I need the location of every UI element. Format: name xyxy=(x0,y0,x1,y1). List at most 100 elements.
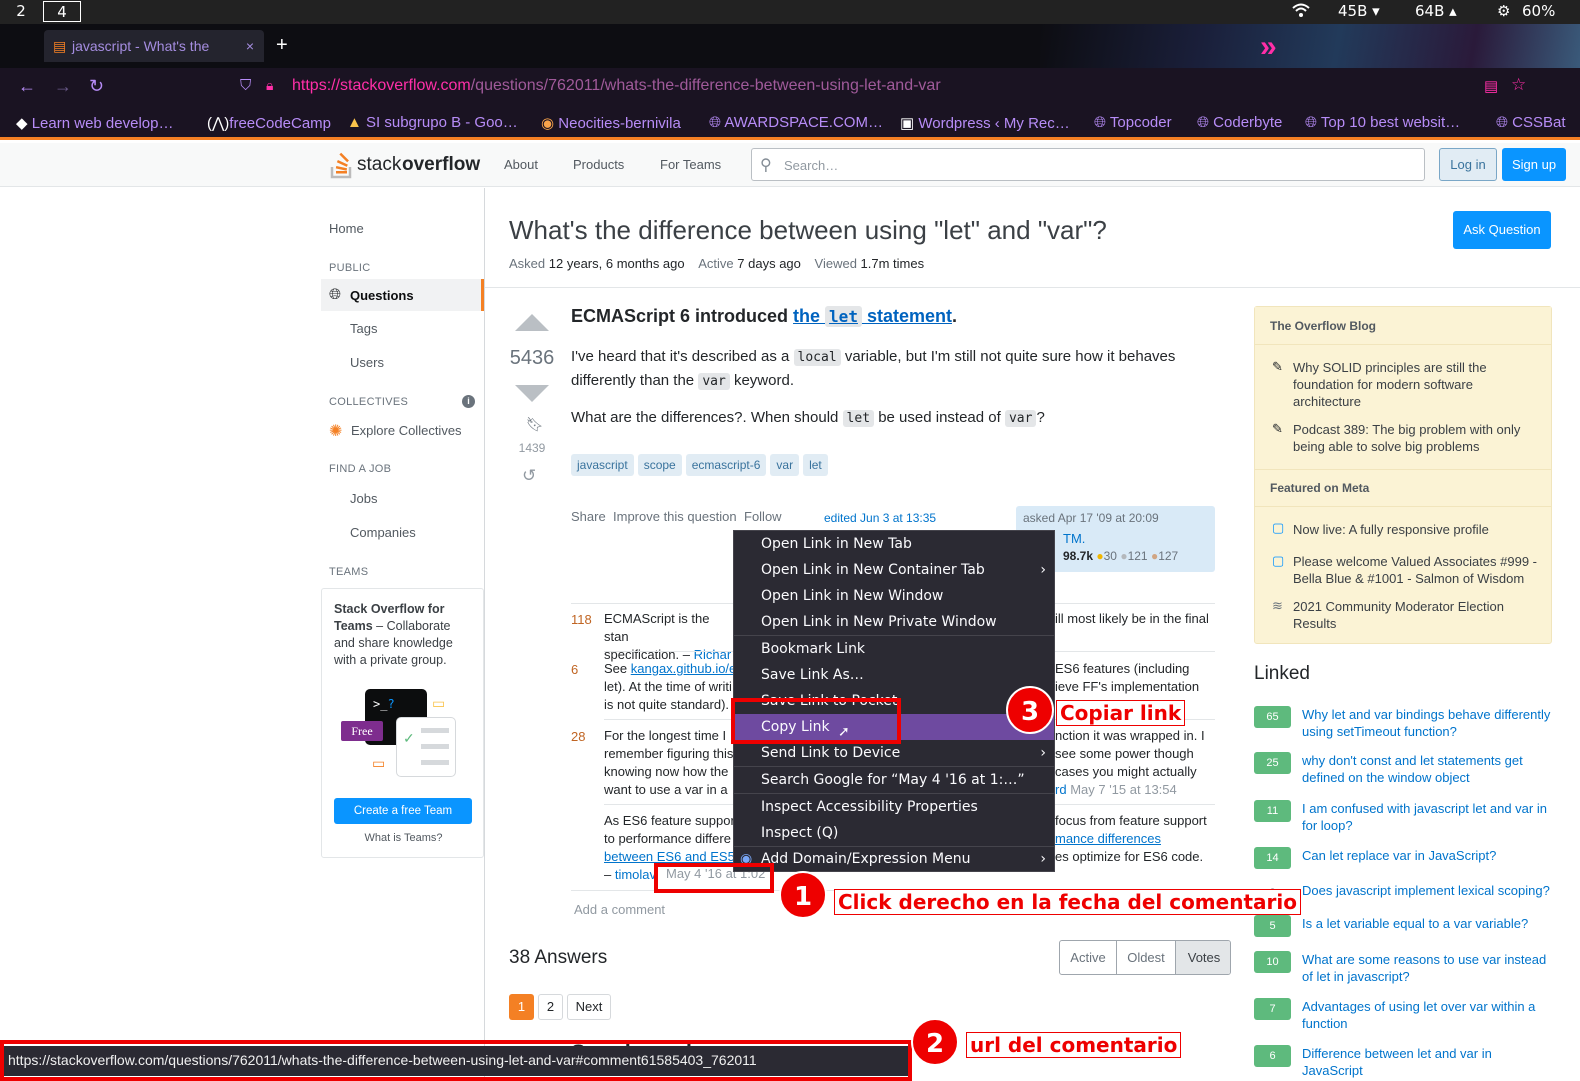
search-placeholder: Search… xyxy=(784,158,839,173)
bookmark-star-icon[interactable]: ☆ xyxy=(1511,75,1526,95)
bookmark-cssbattle[interactable]: 🌐︎ CSSBat xyxy=(1496,114,1566,131)
bookmark-coderbyte[interactable]: 🌐︎ Coderbyte xyxy=(1197,114,1282,131)
menu-inspect[interactable]: Inspect (Q) xyxy=(734,820,1054,846)
nav-home[interactable]: Home xyxy=(329,221,364,236)
nav-products[interactable]: Products xyxy=(573,157,624,172)
nav-jobs[interactable]: Jobs xyxy=(350,491,377,506)
meta-item[interactable]: Please welcome Valued Associates #999 - … xyxy=(1293,553,1538,587)
menu-inspect-accessibility[interactable]: Inspect Accessibility Properties xyxy=(734,794,1054,820)
comment-link[interactable]: between ES6 and ES5 xyxy=(604,849,735,864)
signup-button[interactable]: Sign up xyxy=(1502,148,1566,181)
ask-question-button[interactable]: Ask Question xyxy=(1453,211,1551,249)
follow-link[interactable]: Follow xyxy=(744,509,782,524)
tag-javascript[interactable]: javascript xyxy=(571,454,634,476)
step-3-circle: 3 xyxy=(1006,686,1054,734)
new-tab-button[interactable]: + xyxy=(276,34,288,57)
menu-open-container-tab[interactable]: Open Link in New Container Tab › xyxy=(734,557,1054,583)
bookmarks-bar: ◆ Learn web develop… (⋀)freeCodeCamp ▲ S… xyxy=(0,106,1580,140)
menu-search-google[interactable]: Search Google for “May 4 '16 at 1:…” xyxy=(734,767,1054,793)
page-1[interactable]: 1 xyxy=(509,994,534,1020)
teams-promo: Stack Overflow for Teams – Collaborate a… xyxy=(321,588,484,858)
tag-var[interactable]: var xyxy=(770,454,800,476)
menu-open-new-tab[interactable]: Open Link in New Tab xyxy=(734,531,1054,557)
blog-title: The Overflow Blog xyxy=(1270,319,1377,333)
bookmark-topcoder[interactable]: 🌐︎ Topcoder xyxy=(1094,114,1172,131)
comment-link[interactable]: kangax.github.io/e xyxy=(631,661,737,676)
sort-active[interactable]: Active xyxy=(1060,941,1117,974)
tag-let[interactable]: let xyxy=(803,454,828,476)
page-next[interactable]: Next xyxy=(567,994,611,1020)
asker-name[interactable]: TM. xyxy=(1063,531,1085,546)
highlight-status-url xyxy=(0,1040,912,1081)
question-meta: Asked 12 years, 6 months ago Active 7 da… xyxy=(509,256,925,271)
bookmark-awardspace[interactable]: 🌐︎ AWARDSPACE.COM… xyxy=(709,114,883,131)
nav-for-teams[interactable]: For Teams xyxy=(660,157,721,172)
active-tab[interactable]: ▤ javascript - What's the × xyxy=(44,30,264,62)
forward-icon[interactable]: → xyxy=(54,76,72,97)
bookmark-top10[interactable]: 🌐︎ Top 10 best websit… xyxy=(1305,114,1460,131)
meta-item[interactable]: Now live: A fully responsive profile xyxy=(1293,521,1538,538)
menu-add-domain[interactable]: ◉ Add Domain/Expression Menu › xyxy=(734,846,1054,872)
stackoverflow-favicon-icon: ▤ xyxy=(53,38,67,54)
create-team-button[interactable]: Create a free Team xyxy=(334,798,472,824)
workspace-2[interactable]: 2 xyxy=(2,1,40,22)
sort-votes[interactable]: Votes xyxy=(1176,941,1230,974)
bookmark-freecodecamp[interactable]: (⋀)freeCodeCamp xyxy=(207,114,331,132)
nav-tags[interactable]: Tags xyxy=(350,321,377,336)
upvote-icon[interactable] xyxy=(515,314,549,331)
bookmark-google-drive[interactable]: ▲ SI subgrupo B - Goo… xyxy=(347,114,518,131)
what-is-teams-link[interactable]: What is Teams? xyxy=(322,832,485,844)
globe-icon: 🌐︎ xyxy=(329,286,342,303)
bookmark-neocities[interactable]: ◉ Neocities-bernivila xyxy=(541,114,681,132)
comment-4-tail: focus from feature support mance differen… xyxy=(1055,813,1207,864)
bookmark-wordpress[interactable]: ▣ Wordpress ‹ My Rec… xyxy=(900,114,1070,132)
nav-explore-collectives[interactable]: Explore Collectives xyxy=(351,423,462,438)
lock-icon[interactable]: 🔒︎ xyxy=(266,77,273,94)
add-comment-link[interactable]: Add a comment xyxy=(574,902,665,917)
submenu-arrow-icon: › xyxy=(1040,851,1046,867)
close-tab-icon[interactable]: × xyxy=(246,30,254,62)
page-2[interactable]: 2 xyxy=(538,994,563,1020)
downvote-icon[interactable] xyxy=(515,385,549,402)
theme-chevrons: » xyxy=(1260,30,1277,63)
question-title[interactable]: What's the difference between using "let… xyxy=(509,215,1107,246)
info-icon[interactable]: i xyxy=(462,395,475,408)
bookmark-icon[interactable]: 🔖︎ xyxy=(526,416,544,433)
edited-link[interactable]: edited Jun 3 at 13:35 xyxy=(824,511,936,525)
reload-icon[interactable]: ↻ xyxy=(89,76,104,97)
workspace-4[interactable]: 4 xyxy=(43,1,81,22)
share-link[interactable]: Share xyxy=(571,509,606,524)
nav-about[interactable]: About xyxy=(504,157,538,172)
comment-date[interactable]: May 7 '15 at 13:54 xyxy=(1070,782,1177,797)
menu-open-new-window[interactable]: Open Link in New Window xyxy=(734,583,1054,609)
sort-oldest[interactable]: Oldest xyxy=(1117,941,1176,974)
meta-chat-icon: ▢ xyxy=(1272,520,1285,535)
shield-icon[interactable]: ⛉ xyxy=(240,77,251,94)
nav-companies[interactable]: Companies xyxy=(350,525,416,540)
nav-users[interactable]: Users xyxy=(350,355,384,370)
nav-questions-label: Questions xyxy=(350,288,414,303)
history-icon[interactable]: ↺ xyxy=(522,466,536,486)
question-score: 5436 xyxy=(509,347,555,369)
blog-item[interactable]: Why SOLID principles are still the found… xyxy=(1293,359,1538,410)
net-up: 64B ▴ xyxy=(1415,2,1457,20)
menu-open-private-window[interactable]: Open Link in New Private Window xyxy=(734,609,1054,635)
comment-link[interactable]: mance differences xyxy=(1055,831,1161,846)
menu-bookmark-link[interactable]: Bookmark Link xyxy=(734,636,1054,662)
comment-user[interactable]: timolav xyxy=(615,867,656,882)
back-icon[interactable]: ← xyxy=(18,76,36,97)
blog-item[interactable]: Podcast 389: The big problem with only b… xyxy=(1293,421,1538,455)
comment-user[interactable]: rd xyxy=(1055,782,1067,797)
login-button[interactable]: Log in xyxy=(1439,148,1497,181)
search-input[interactable]: ⚲ Search… xyxy=(751,148,1425,181)
menu-save-link-as[interactable]: Save Link As… xyxy=(734,662,1054,688)
url-field[interactable]: https://stackoverflow.com/questions/7620… xyxy=(292,77,941,95)
reader-view-icon[interactable]: ▤ xyxy=(1484,77,1498,95)
tag-ecmascript-6[interactable]: ecmascript-6 xyxy=(685,454,767,476)
meta-item[interactable]: 2021 Community Moderator Election Result… xyxy=(1293,598,1538,632)
nav-questions[interactable]: 🌐︎ Questions xyxy=(321,279,484,311)
tag-scope[interactable]: scope xyxy=(637,454,682,476)
bookmark-mdn[interactable]: ◆ Learn web develop… xyxy=(16,114,173,132)
let-statement-link[interactable]: the let statement xyxy=(793,306,952,327)
improve-question-link[interactable]: Improve this question xyxy=(613,509,737,524)
